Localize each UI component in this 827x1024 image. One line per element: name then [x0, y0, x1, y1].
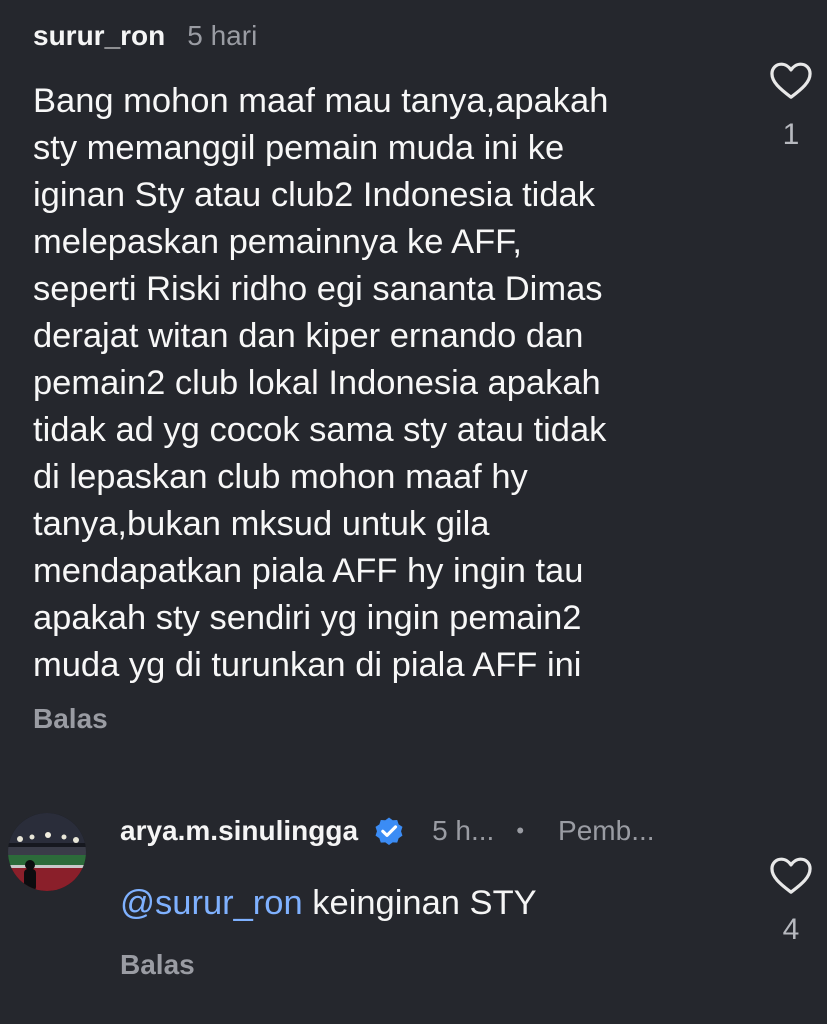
comment-timestamp: 5 hari [187, 20, 258, 51]
comment-text-line: pemain2 club lokal Indonesia apakah [33, 364, 601, 402]
author-label: Pemb... [558, 815, 655, 846]
separator-dot: • [516, 818, 525, 843]
comment-text-line: derajat witan dan kiper ernando dan [33, 317, 584, 355]
reply-username[interactable]: arya.m.sinulingga [120, 815, 358, 847]
like-count: 1 [782, 118, 800, 151]
verified-badge-icon [372, 814, 406, 848]
comment-text-line: apakah sty sendiri yg ingin pemain2 [33, 599, 582, 637]
reply-timestamp: 5 h... [432, 815, 495, 846]
comment-text-line: tidak ad yg cocok sama sty atau tidak [33, 411, 607, 449]
comment-text-line: tanya,bukan mksud untuk gila [33, 505, 490, 543]
comment-header: surur_ron 5 hari [33, 20, 257, 52]
reply-text-content: keinginan STY [302, 884, 537, 922]
like-control: 4 [768, 855, 814, 947]
comment-text: Bang mohon maaf mau tanya,apakah sty mem… [33, 78, 723, 689]
reply-header: arya.m.sinulingga 5 h... • Pemb... [120, 814, 655, 848]
user-avatar[interactable] [8, 813, 86, 891]
comment-username[interactable]: surur_ron [33, 20, 165, 52]
heart-outline-icon[interactable] [768, 855, 814, 895]
like-control: 1 [768, 60, 814, 152]
comment-text-line: muda yg di turunkan di piala AFF ini [33, 646, 582, 684]
comment-text-line: Bang mohon maaf mau tanya,apakah [33, 82, 609, 120]
like-count: 4 [782, 913, 800, 946]
reply-button[interactable]: Balas [120, 949, 195, 981]
comment-text-line: sty memanggil pemain muda ini ke [33, 129, 565, 167]
comment-text-line: di lepaskan club mohon maaf hy [33, 458, 528, 496]
reply-button[interactable]: Balas [33, 703, 108, 735]
comment-text-line: iginan Sty atau club2 Indonesia tidak [33, 176, 595, 214]
comments-panel: surur_ron 5 hari Bang mohon maaf mau tan… [0, 0, 827, 1024]
comment-text-line: seperti Riski ridho egi sananta Dimas [33, 270, 603, 308]
comment-text-line: mendapatkan piala AFF hy ingin tau [33, 552, 584, 590]
mention-link[interactable]: @surur_ron [120, 884, 303, 922]
heart-outline-icon[interactable] [768, 60, 814, 100]
comment-text-line: melepaskan pemainnya ke AFF, [33, 223, 523, 261]
reply-text: @surur_ron keinginan STY [120, 880, 537, 927]
